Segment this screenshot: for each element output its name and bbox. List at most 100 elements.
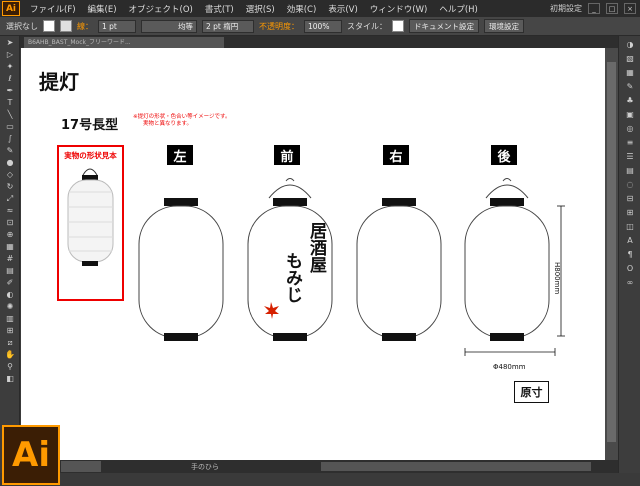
stroke-panel-icon[interactable]: ☰	[623, 151, 637, 162]
document-setup-button[interactable]: ドキュメント設定	[409, 19, 479, 33]
opacity-field[interactable]: 100%	[304, 19, 342, 33]
document-tabs: B6AHB_BAST_Mock_フリーワード...	[20, 36, 618, 48]
menu-bar: Ai ファイル(F) 編集(E) オブジェクト(O) 書式(T) 選択(S) 効…	[0, 0, 640, 17]
control-bar: 選択なし 線： 1 pt 均等 2 pt 楕円 不透明度： 100% スタイル：…	[0, 17, 640, 36]
opacity-label[interactable]: 不透明度：	[259, 21, 299, 32]
brush-dropdown[interactable]: 2 pt 楕円	[202, 19, 254, 33]
document-tab[interactable]: B6AHB_BAST_Mock_フリーワード...	[24, 37, 224, 48]
graphic-styles-panel-icon[interactable]: ▣	[623, 109, 637, 120]
pathfinder-panel-icon[interactable]: ◫	[623, 221, 637, 232]
layers-panel-icon[interactable]: ≡	[623, 137, 637, 148]
workspace-switcher[interactable]: 初期設定	[550, 3, 582, 14]
swatches-panel-icon[interactable]: ▦	[623, 67, 637, 78]
close-icon[interactable]: ×	[624, 3, 636, 14]
lantern-left[interactable]	[136, 176, 226, 346]
opentype-panel-icon[interactable]: O	[623, 263, 637, 274]
disclaimer-note: ※提灯の形状・色合い等イメージです。 実物と異なります。	[133, 114, 333, 128]
slice-tool-icon[interactable]: ⧄	[2, 337, 18, 348]
artboard-tool-icon[interactable]: ⊞	[2, 325, 18, 336]
menu-file[interactable]: ファイル(F)	[24, 3, 82, 15]
blend-tool-icon[interactable]: ◐	[2, 289, 18, 300]
preferences-button[interactable]: 環境設定	[484, 19, 524, 33]
zoom-tool-icon[interactable]: ⚲	[2, 361, 18, 372]
stroke-swatch[interactable]	[60, 20, 72, 32]
selection-status: 選択なし	[6, 21, 38, 31]
pencil-tool-icon[interactable]: ✎	[2, 145, 18, 156]
rotate-tool-icon[interactable]: ↻	[2, 181, 18, 192]
gradient-tool-icon[interactable]: ▤	[2, 265, 18, 276]
sample-lantern-photo	[67, 168, 114, 266]
transform-panel-icon[interactable]: ⊞	[623, 207, 637, 218]
app-logo: Ai	[2, 1, 20, 16]
style-swatch[interactable]	[392, 20, 404, 32]
selection-tool-icon[interactable]: ➤	[2, 37, 18, 48]
color-panel-icon[interactable]: ◑	[623, 39, 637, 50]
menu-select[interactable]: 選択(S)	[240, 3, 281, 15]
lantern-right[interactable]	[354, 176, 444, 346]
paragraph-panel-icon[interactable]: ¶	[623, 249, 637, 260]
tools-panel: ➤ ▷ ✦ ℓ ✒ T ╲ ▭ ∫ ✎ ● ◇ ↻ ⤢ ≈ ⊡ ⊕ ▦ # ▤ …	[0, 36, 20, 473]
menu-object[interactable]: オブジェクト(O)	[123, 3, 199, 15]
panel-dock: ◑ ▧ ▦ ✎ ♣ ▣ ◎ ≡ ☰ ▤ ◌ ⊟ ⊞ ◫ A ¶ O ∞	[618, 36, 640, 473]
menu-effect[interactable]: 効果(C)	[281, 3, 323, 15]
disclaimer-line-2: 実物と異なります。	[143, 121, 192, 127]
stroke-weight-dropdown[interactable]: 1 pt	[98, 19, 136, 33]
menu-edit[interactable]: 編集(E)	[82, 3, 123, 15]
height-dimension: H800mm	[553, 262, 561, 295]
symbol-sprayer-tool-icon[interactable]: ✺	[2, 301, 18, 312]
direct-selection-tool-icon[interactable]: ▷	[2, 49, 18, 60]
lasso-tool-icon[interactable]: ℓ	[2, 73, 18, 84]
free-transform-tool-icon[interactable]: ⊡	[2, 217, 18, 228]
sample-photo-box[interactable]: 実物の形状見本	[57, 145, 124, 301]
lantern-text-momiji: もみじ	[282, 252, 302, 303]
disclaimer-line-1: ※提灯の形状・色合い等イメージです。	[133, 114, 231, 120]
align-panel-icon[interactable]: ⊟	[623, 193, 637, 204]
type-tool-icon[interactable]: T	[2, 97, 18, 108]
shape-builder-tool-icon[interactable]: ⊕	[2, 229, 18, 240]
vertical-scrollbar[interactable]	[605, 48, 618, 460]
paintbrush-tool-icon[interactable]: ∫	[2, 133, 18, 144]
maximize-icon[interactable]: □	[606, 3, 618, 14]
rectangle-tool-icon[interactable]: ▭	[2, 121, 18, 132]
links-panel-icon[interactable]: ∞	[623, 277, 637, 288]
width-tool-icon[interactable]: ≈	[2, 205, 18, 216]
view-label-back: 後	[491, 145, 517, 165]
stroke-label[interactable]: 線：	[77, 21, 93, 32]
transparency-panel-icon[interactable]: ◌	[623, 179, 637, 190]
appearance-panel-icon[interactable]: ◎	[623, 123, 637, 134]
mesh-tool-icon[interactable]: #	[2, 253, 18, 264]
size-label: 17号長型	[61, 118, 119, 133]
column-graph-tool-icon[interactable]: ▥	[2, 313, 18, 324]
artboard-canvas[interactable]: 提灯 17号長型 ※提灯の形状・色合い等イメージです。 実物と異なります。 実物…	[21, 48, 605, 460]
menu-help[interactable]: ヘルプ(H)	[433, 3, 484, 15]
view-label-left: 左	[167, 145, 193, 165]
eyedropper-tool-icon[interactable]: ✐	[2, 277, 18, 288]
brushes-panel-icon[interactable]: ✎	[623, 81, 637, 92]
style-label: スタイル：	[347, 21, 387, 31]
menu-type[interactable]: 書式(T)	[199, 3, 240, 15]
scrollbar-thumb[interactable]	[607, 62, 616, 442]
gradient-panel-icon[interactable]: ▤	[623, 165, 637, 176]
zoom-field[interactable]	[61, 461, 101, 472]
eraser-tool-icon[interactable]: ◇	[2, 169, 18, 180]
fill-stroke-icon[interactable]: ◧	[2, 373, 18, 384]
line-tool-icon[interactable]: ╲	[2, 109, 18, 120]
pen-tool-icon[interactable]: ✒	[2, 85, 18, 96]
scale-tool-icon[interactable]: ⤢	[2, 193, 18, 204]
menu-window[interactable]: ウィンドウ(W)	[364, 3, 434, 15]
character-panel-icon[interactable]: A	[623, 235, 637, 246]
fill-swatch[interactable]	[43, 20, 55, 32]
horizontal-scrollbar[interactable]	[321, 462, 591, 471]
magic-wand-tool-icon[interactable]: ✦	[2, 61, 18, 72]
line-style-dropdown[interactable]: 均等	[141, 19, 197, 33]
hand-tool-icon[interactable]: ✋	[2, 349, 18, 360]
status-bar: 手のひら	[21, 460, 618, 473]
color-guide-panel-icon[interactable]: ▧	[623, 53, 637, 64]
minimize-icon[interactable]: _	[588, 3, 600, 14]
line-style-value: 均等	[178, 21, 193, 31]
view-label-right: 右	[383, 145, 409, 165]
menu-view[interactable]: 表示(V)	[322, 3, 363, 15]
blob-brush-tool-icon[interactable]: ●	[2, 157, 18, 168]
perspective-grid-tool-icon[interactable]: ▦	[2, 241, 18, 252]
symbols-panel-icon[interactable]: ♣	[623, 95, 637, 106]
